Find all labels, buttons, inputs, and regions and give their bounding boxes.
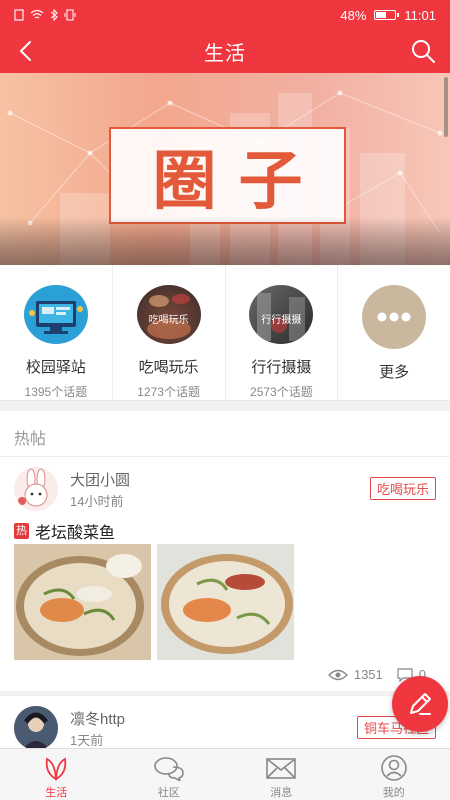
category-more[interactable]: 更多 xyxy=(338,265,450,400)
hot-badge: 热 xyxy=(14,523,29,539)
status-icons-left xyxy=(14,9,76,21)
back-arrow-icon[interactable] xyxy=(14,38,40,64)
bottom-tab-bar: 生活 社区 消息 我的 xyxy=(0,748,450,800)
envelope-icon xyxy=(266,758,297,779)
post-title: 老坛酸菜鱼 xyxy=(35,525,116,542)
category-photography-image: 行行摄摄 xyxy=(249,285,314,344)
avatar[interactable] xyxy=(14,467,58,511)
tab-community[interactable]: 社区 xyxy=(113,749,226,800)
post-tag[interactable]: 吃喝玩乐 xyxy=(369,477,436,500)
category-count: 1395个话题 xyxy=(24,385,88,399)
category-campus[interactable]: 校园驿站 1395个话题 xyxy=(0,265,113,400)
hot-posts-header: 热帖 xyxy=(0,411,450,457)
search-icon[interactable] xyxy=(410,38,436,64)
page-title: 生活 xyxy=(204,43,246,65)
post-photos xyxy=(14,544,294,660)
category-photography[interactable]: 行行摄摄 行行摄摄 2573个话题 xyxy=(226,265,339,400)
tab-label: 生活 xyxy=(45,787,68,799)
app-header: 生活 xyxy=(0,30,450,73)
post-card[interactable]: 大团小圆 14小时前 吃喝玩乐 热 老坛酸菜鱼 1351 0 xyxy=(0,457,450,691)
eye-icon xyxy=(327,669,348,680)
bluetooth-icon xyxy=(50,9,58,21)
category-count: 1273个话题 xyxy=(137,385,200,399)
tab-label: 消息 xyxy=(270,787,293,799)
user-photo-avatar xyxy=(14,706,58,750)
category-campus-image xyxy=(23,285,88,344)
tab-label: 社区 xyxy=(157,787,180,799)
post-photo[interactable] xyxy=(14,544,151,660)
post-card[interactable]: 凛冬http 1天前 铜车马社区 xyxy=(0,696,450,752)
wifi-icon xyxy=(30,10,44,19)
category-label: 更多 xyxy=(379,364,410,381)
bunny-avatar xyxy=(14,467,58,511)
more-dots-icon xyxy=(362,285,427,349)
tab-life[interactable]: 生活 xyxy=(0,749,113,800)
views-count: 1351 xyxy=(353,667,383,682)
clock: 11:01 xyxy=(404,7,436,23)
vibrate-icon xyxy=(64,9,76,21)
status-bar: 48% 11:01 xyxy=(0,0,450,30)
status-icons-right: 48% 11:01 xyxy=(340,8,436,23)
category-label: 行行摄摄 xyxy=(251,359,312,376)
banner-scroll-indicator xyxy=(444,77,448,137)
tab-label: 我的 xyxy=(382,787,405,799)
compose-post-button[interactable] xyxy=(392,676,448,732)
post-time: 1天前 xyxy=(70,733,104,748)
app-screen: 48% 11:01 生活 圈子 校园驿站 1395个话题 吃喝玩乐 吃喝玩乐 1… xyxy=(0,0,450,800)
banner-carousel[interactable]: 圈子 xyxy=(0,73,450,265)
avatar[interactable] xyxy=(14,706,58,750)
campus-computer-icon xyxy=(28,300,83,334)
category-food-overlay: 吃喝玩乐 xyxy=(148,315,189,326)
chat-bubbles-icon xyxy=(153,757,184,781)
category-row: 校园驿站 1395个话题 吃喝玩乐 吃喝玩乐 1273个话题 行行摄摄 行行摄摄… xyxy=(0,265,450,401)
battery-percent: 48% xyxy=(340,7,367,23)
battery-fill xyxy=(376,12,387,18)
post-title-row[interactable]: 热 老坛酸菜鱼 xyxy=(14,519,115,543)
category-count: 2573个话题 xyxy=(250,385,313,399)
tab-messages[interactable]: 消息 xyxy=(225,749,338,800)
banner-title: 圈子 xyxy=(152,144,325,217)
post-time: 14小时前 xyxy=(70,494,124,509)
category-food[interactable]: 吃喝玩乐 吃喝玩乐 1273个话题 xyxy=(113,265,226,400)
user-icon xyxy=(380,755,407,781)
post-author[interactable]: 凛冬http xyxy=(70,708,125,729)
sim-icon xyxy=(14,9,24,21)
category-label: 校园驿站 xyxy=(25,359,86,376)
category-food-image: 吃喝玩乐 xyxy=(136,285,201,344)
leaf-icon xyxy=(46,757,67,781)
category-photography-overlay: 行行摄摄 xyxy=(261,315,302,326)
tab-profile[interactable]: 我的 xyxy=(338,749,450,800)
pencil-icon xyxy=(410,693,431,715)
category-label: 吃喝玩乐 xyxy=(138,359,199,376)
post-author[interactable]: 大团小圆 xyxy=(70,469,130,490)
battery-icon xyxy=(374,10,400,20)
post-photo[interactable] xyxy=(157,544,294,660)
views-stat: 1351 xyxy=(327,667,383,682)
